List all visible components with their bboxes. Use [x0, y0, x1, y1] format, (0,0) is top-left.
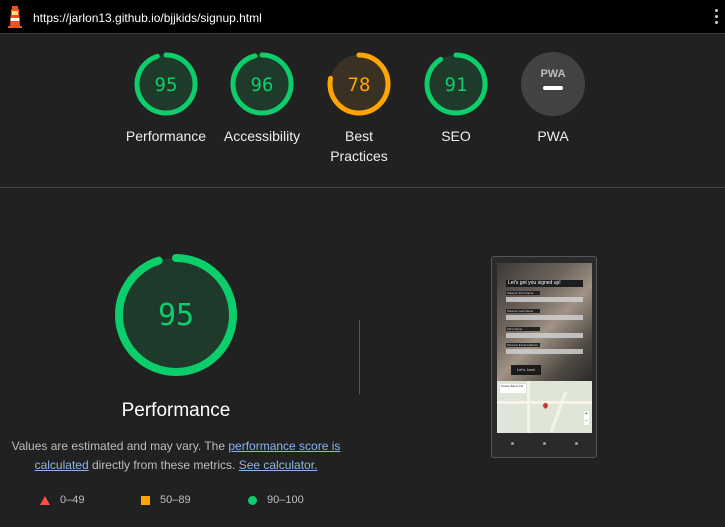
divider — [359, 320, 360, 394]
legend-range: 50–89 — [160, 494, 191, 506]
screenshot-screen: Let's get you signed up! Parent's First … — [497, 263, 592, 433]
performance-score: 95 — [158, 298, 194, 333]
submit-button: Let's Jam! — [511, 365, 541, 375]
gauge-label: SEO — [441, 128, 471, 144]
performance-main-gauge: 95 — [115, 254, 237, 376]
nav-dot-icon — [543, 442, 546, 445]
score-gauge-ring: 91 — [424, 52, 488, 116]
map-embed: Gracie Barra Kid + − — [497, 381, 592, 433]
legend-average: 50–89 — [141, 494, 191, 506]
nav-dot-icon — [575, 442, 578, 445]
lighthouse-logo-icon — [8, 6, 22, 28]
field-input — [506, 297, 583, 302]
gauge-score: 96 — [251, 74, 274, 96]
gauge-score: 78 — [348, 74, 371, 96]
gauge-pwa[interactable]: PWA PWA — [498, 52, 608, 146]
note-text: Values are estimated and may vary. The — [11, 439, 229, 453]
score-gauge-ring: 96 — [230, 52, 294, 116]
gauge-score: 95 — [155, 74, 178, 96]
gauge-score: 91 — [445, 74, 468, 96]
page-url[interactable]: https://jarlon13.github.io/bjjkids/signu… — [33, 11, 262, 25]
gauge-label: Accessibility — [223, 128, 301, 144]
gauge-label: Best Practices — [330, 128, 388, 164]
triangle-icon — [40, 495, 50, 505]
pwa-badge-icon: PWA — [521, 52, 585, 116]
field-input — [506, 349, 583, 354]
gauge-performance[interactable]: 95 Performance — [111, 52, 221, 146]
zoom-controls-icon: + − — [584, 411, 589, 425]
field-label: Kid's Name — [506, 327, 540, 331]
form-heading: Let's get you signed up! — [506, 280, 583, 287]
legend-pass: 90–100 — [248, 494, 304, 506]
gauge-seo[interactable]: 91 SEO — [401, 52, 511, 146]
circle-icon — [248, 495, 257, 505]
field-label: Parent's Last Name — [506, 309, 540, 313]
map-place-card: Gracie Barra Kid — [500, 384, 526, 393]
more-options-icon[interactable] — [715, 9, 719, 27]
final-screenshot-thumbnail[interactable]: Let's get you signed up! Parent's First … — [491, 256, 597, 458]
gauge-best-practices[interactable]: 78 Best Practices — [304, 52, 414, 166]
metrics-note: Values are estimated and may vary. The p… — [10, 437, 342, 475]
field-label: Parent's Email Address — [506, 343, 540, 347]
note-text: directly from these metrics. — [88, 458, 239, 472]
url-bar: https://jarlon13.github.io/bjjkids/signu… — [0, 0, 725, 34]
legend-range: 0–49 — [60, 494, 85, 506]
field-input — [506, 333, 583, 338]
pwa-badge-text: PWA — [540, 68, 565, 80]
see-calculator-link[interactable]: See calculator. — [239, 458, 318, 472]
phone-nav-bar — [497, 437, 592, 451]
score-gauge-ring: 95 — [134, 52, 198, 116]
score-summary: 95 Performance 96 Accessibility 78 Best … — [0, 34, 725, 188]
gauge-accessibility[interactable]: 96 Accessibility — [207, 52, 317, 146]
square-icon — [141, 495, 150, 505]
nav-dot-icon — [511, 442, 514, 445]
field-label: Parent's First Name — [506, 291, 540, 295]
gauge-label: PWA — [537, 128, 569, 144]
performance-title: Performance — [121, 400, 231, 421]
score-gauge-ring: 78 — [327, 52, 391, 116]
legend-range: 90–100 — [267, 494, 304, 506]
field-input — [506, 315, 583, 320]
gauge-label: Performance — [125, 128, 207, 144]
legend-fail: 0–49 — [40, 494, 84, 506]
